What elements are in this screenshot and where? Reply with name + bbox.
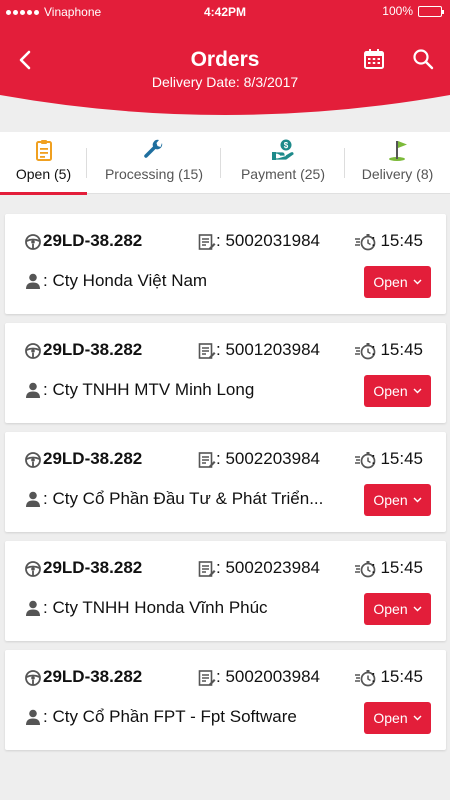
- steering-wheel-icon: [25, 452, 41, 468]
- flag-icon: [388, 141, 407, 161]
- invoice-icon: [198, 343, 216, 359]
- calendar-icon: [364, 49, 384, 69]
- svg-text:$: $: [284, 141, 289, 150]
- order-time: : 15:45: [371, 340, 423, 359]
- customer-name: : Cty TNHH MTV Minh Long: [43, 380, 255, 399]
- customer-name: : Cty TNHH Honda Vĩnh Phúc: [43, 598, 268, 617]
- order-meta-row: 29LD-38.282 : 5001203984 : 15:45: [5, 340, 446, 362]
- status-label: Open: [373, 274, 408, 290]
- status-dropdown-button[interactable]: Open: [364, 702, 431, 734]
- order-card[interactable]: 29LD-38.282 : 5002031984 : 15:45 : Cty H…: [5, 214, 446, 314]
- license-plate: 29LD-38.282: [43, 558, 143, 577]
- steering-wheel-icon: [25, 234, 41, 250]
- status-label: Open: [373, 492, 408, 508]
- tab-payment[interactable]: $ Payment (25): [221, 132, 345, 194]
- battery-percent: 100%: [382, 4, 413, 18]
- active-tab-indicator: [0, 192, 87, 195]
- status-label: Open: [373, 601, 408, 617]
- order-time: : 15:45: [371, 449, 423, 468]
- chevron-down-icon: [413, 279, 422, 285]
- tab-delivery[interactable]: Delivery (8): [345, 132, 450, 194]
- order-meta-row: 29LD-38.282 : 5002031984 : 15:45: [5, 231, 446, 253]
- order-meta-row: 29LD-38.282 : 5002023984 : 15:45: [5, 558, 446, 580]
- status-label: Open: [373, 710, 408, 726]
- order-card[interactable]: 29LD-38.282 : 5002203984 : 15:45 : Cty C…: [5, 432, 446, 532]
- order-card[interactable]: 29LD-38.282 : 5002023984 : 15:45 : Cty T…: [5, 541, 446, 641]
- search-icon: [413, 49, 434, 70]
- order-card[interactable]: 29LD-38.282 : 5002003984 : 15:45 : Cty C…: [5, 650, 446, 750]
- tab-label: Open (5): [15, 166, 72, 182]
- customer-name: : Cty Honda Việt Nam: [43, 271, 208, 290]
- order-time: : 15:45: [371, 667, 423, 686]
- status-tabs: Open (5) Processing (15) $ Payment (25) …: [0, 132, 450, 195]
- license-plate: 29LD-38.282: [43, 449, 143, 468]
- license-plate: 29LD-38.282: [43, 231, 143, 250]
- money-hand-icon: $: [272, 139, 294, 160]
- customer-name: : Cty Cổ Phần FPT - Fpt Software: [43, 707, 297, 726]
- chevron-down-icon: [413, 497, 422, 503]
- license-plate: 29LD-38.282: [43, 340, 143, 359]
- status-bar: Vinaphone 4:42PM 100%: [0, 0, 450, 24]
- invoice-icon: [198, 452, 216, 468]
- order-number: : 5001203984: [216, 340, 320, 359]
- chevron-down-icon: [413, 715, 422, 721]
- delivery-date: Delivery Date: 8/3/2017: [151, 74, 299, 90]
- wrench-icon: [144, 139, 163, 158]
- order-number: : 5002023984: [216, 558, 320, 577]
- order-meta-row: 29LD-38.282 : 5002003984 : 15:45: [5, 667, 446, 689]
- order-meta-row: 29LD-38.282 : 5002203984 : 15:45: [5, 449, 446, 471]
- license-plate: 29LD-38.282: [43, 667, 143, 686]
- clipboard-icon: [35, 140, 52, 161]
- tab-label: Payment (25): [240, 166, 326, 182]
- order-time: : 15:45: [371, 231, 423, 250]
- order-number: : 5002031984: [216, 231, 320, 250]
- battery-icon: [418, 5, 444, 17]
- chevron-down-icon: [413, 606, 422, 612]
- steering-wheel-icon: [25, 343, 41, 359]
- search-button[interactable]: [411, 47, 435, 71]
- order-card[interactable]: 29LD-38.282 : 5001203984 : 15:45 : Cty T…: [5, 323, 446, 423]
- status-dropdown-button[interactable]: Open: [364, 484, 431, 516]
- person-icon: [26, 382, 40, 398]
- status-dropdown-button[interactable]: Open: [364, 593, 431, 625]
- calendar-button[interactable]: [362, 47, 386, 71]
- status-label: Open: [373, 383, 408, 399]
- person-icon: [26, 491, 40, 507]
- tab-processing[interactable]: Processing (15): [87, 132, 221, 194]
- chevron-down-icon: [413, 388, 422, 394]
- tab-label: Delivery (8): [361, 166, 434, 182]
- status-dropdown-button[interactable]: Open: [364, 266, 431, 298]
- status-dropdown-button[interactable]: Open: [364, 375, 431, 407]
- person-icon: [26, 709, 40, 725]
- invoice-icon: [198, 234, 216, 250]
- customer-name: : Cty Cổ Phần Đầu Tư & Phát Triển...: [43, 489, 324, 508]
- app-header: Vinaphone 4:42PM 100% Orders Delivery Da…: [0, 0, 450, 120]
- invoice-icon: [198, 670, 216, 686]
- tab-label: Processing (15): [104, 166, 204, 182]
- order-number: : 5002203984: [216, 449, 320, 468]
- steering-wheel-icon: [25, 561, 41, 577]
- person-icon: [26, 273, 40, 289]
- steering-wheel-icon: [25, 670, 41, 686]
- tab-open[interactable]: Open (5): [0, 132, 87, 195]
- battery-status: 100%: [382, 4, 444, 18]
- order-time: : 15:45: [371, 558, 423, 577]
- person-icon: [26, 600, 40, 616]
- invoice-icon: [198, 561, 216, 577]
- order-number: : 5002003984: [216, 667, 320, 686]
